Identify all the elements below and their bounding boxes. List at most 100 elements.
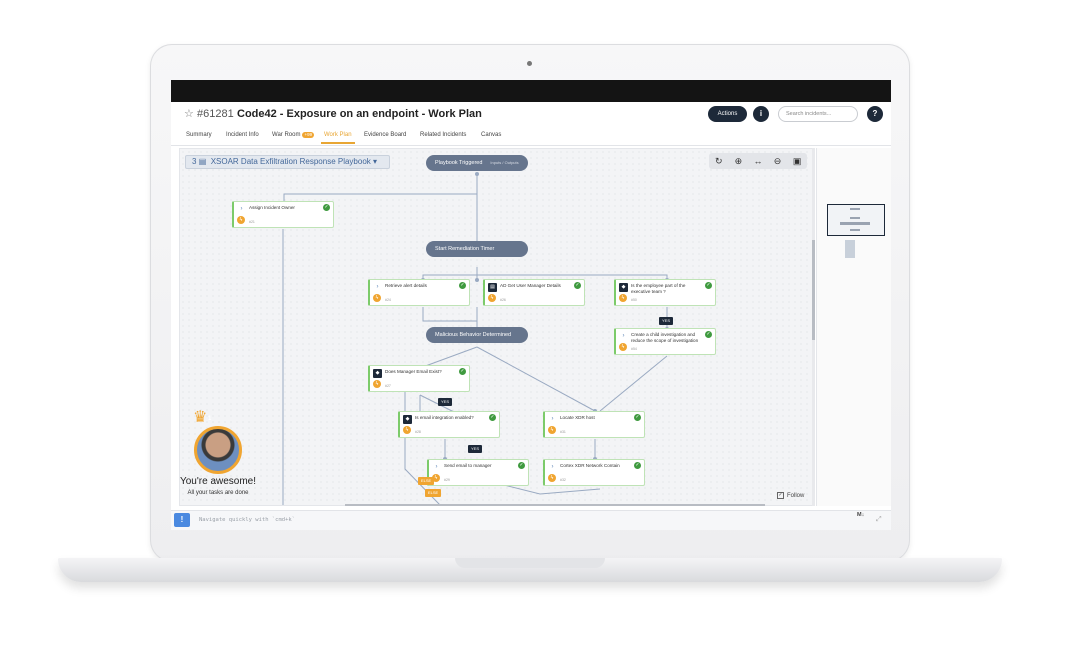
- help-button[interactable]: ?: [867, 106, 883, 122]
- checkbox-checked-icon[interactable]: ✓: [777, 492, 784, 499]
- condition-yes: YES: [659, 317, 674, 325]
- tab-war-room[interactable]: War Room +99: [272, 132, 315, 138]
- task-retrieve-alert[interactable]: › Retrieve alert details ✓ ϟ #24: [368, 279, 470, 306]
- chevron-down-icon: ▾: [373, 157, 378, 166]
- tab-work-plan[interactable]: Work Plan: [321, 132, 355, 144]
- task-network-contain[interactable]: › Cortex XDR Network Contain ✓ ϟ #32: [543, 459, 645, 486]
- node-label: Malicious Behavior Determined: [435, 332, 512, 338]
- task-id: #28: [415, 430, 421, 434]
- chevron-right-icon: ›: [240, 206, 243, 212]
- search-input[interactable]: Search incidents...: [778, 106, 858, 122]
- bolt-icon: ϟ: [619, 294, 627, 302]
- chevron-right-icon: ›: [376, 284, 379, 290]
- chevron-right-icon: ›: [622, 333, 625, 339]
- task-name: AD Get User Manager Details: [500, 283, 561, 288]
- task-child-investigation[interactable]: › Create a child investigation and reduc…: [614, 328, 716, 355]
- playbook-icon: ▤: [198, 157, 207, 166]
- task-id: #32: [560, 478, 566, 482]
- task-id: #50: [631, 298, 637, 302]
- check-icon: ✓: [574, 282, 581, 289]
- task-name: Send email to manager: [444, 463, 492, 468]
- tab-summary[interactable]: Summary: [186, 132, 212, 138]
- task-id: #21: [249, 220, 255, 224]
- bolt-icon: ϟ: [373, 380, 381, 388]
- camera-dot: [527, 61, 532, 66]
- actions-button[interactable]: Actions: [708, 106, 747, 122]
- task-exec-team[interactable]: ◆ Is the employee part of the executive …: [614, 279, 716, 306]
- zoom-in-icon[interactable]: ⊕: [730, 153, 746, 169]
- task-manager-email[interactable]: ◆ Does Manager Email Exist? ✓ ϟ #27: [368, 365, 470, 392]
- refresh-icon[interactable]: ↻: [711, 153, 727, 169]
- task-name: Create a child investigation and reduce …: [631, 332, 699, 343]
- tab-related-incidents[interactable]: Related Incidents: [420, 132, 466, 138]
- tab-incident-info[interactable]: Incident Info: [226, 132, 259, 138]
- command-icon[interactable]: !: [174, 513, 190, 527]
- tab-canvas[interactable]: Canvas: [481, 132, 501, 138]
- node-start-timer[interactable]: Start Remediation Timer: [426, 241, 528, 257]
- check-icon: ✓: [705, 331, 712, 338]
- expand-icon[interactable]: ⤢: [876, 516, 882, 524]
- markdown-icon[interactable]: M↓: [857, 512, 864, 518]
- node-playbook-triggered[interactable]: Playbook Triggered Inputs / Outputs: [426, 155, 528, 171]
- task-name: Assign Incident Owner: [249, 205, 295, 210]
- fit-width-icon[interactable]: ↔: [750, 153, 766, 169]
- task-name: Does Manager Email Exist?: [385, 369, 442, 374]
- follow-toggle[interactable]: ✓ Follow: [777, 492, 804, 499]
- check-icon: ✓: [634, 462, 641, 469]
- book-icon: ▤: [488, 283, 497, 292]
- bolt-icon: ϟ: [488, 294, 496, 302]
- check-icon: ✓: [489, 414, 496, 421]
- task-email-integration[interactable]: ◆ Is email integration enabled? ✓ ϟ #28: [398, 411, 500, 438]
- task-locate-host[interactable]: › Locate XDR host ✓ ϟ #31: [543, 411, 645, 438]
- check-icon: ✓: [518, 462, 525, 469]
- check-icon: ✓: [705, 282, 712, 289]
- node-sub: Inputs / Outputs: [490, 160, 519, 165]
- star-icon[interactable]: ☆: [184, 107, 194, 120]
- task-assign-owner[interactable]: › Assign Incident Owner ✓ ϟ #21: [232, 201, 334, 228]
- tab-evidence-board[interactable]: Evidence Board: [364, 132, 406, 138]
- condition-yes: YES: [468, 445, 483, 453]
- minimap[interactable]: [816, 148, 891, 506]
- minimap-node: [850, 217, 860, 219]
- bolt-icon: ϟ: [237, 216, 245, 224]
- task-name: Cortex XDR Network Contain: [560, 463, 620, 468]
- playbook-name: XSOAR Data Exfiltration Response Playboo…: [210, 157, 371, 166]
- tab-bar: Summary Incident Info War Room +99 Work P…: [171, 128, 891, 146]
- vertical-scroll-thumb[interactable]: [812, 240, 815, 340]
- playbook-selector[interactable]: 3 ▤ XSOAR Data Exfiltration Response Pla…: [185, 155, 390, 169]
- follow-label: Follow: [787, 493, 805, 500]
- bolt-icon: ϟ: [373, 294, 381, 302]
- zoom-out-icon[interactable]: ⊖: [770, 153, 786, 169]
- condition-else: ELSE: [425, 489, 442, 497]
- minimap-node: [845, 240, 855, 258]
- node-label: Start Remediation Timer: [435, 246, 495, 252]
- screen: ☆ #61281 Code42 - Exposure on an endpoin…: [171, 80, 891, 530]
- node-malicious-behavior[interactable]: Malicious Behavior Determined: [426, 327, 528, 343]
- diamond-icon: ◆: [403, 415, 412, 424]
- task-id: #24: [385, 298, 391, 302]
- task-name: Is email integration enabled?: [415, 415, 474, 420]
- condition-yes: YES: [438, 398, 453, 406]
- horizontal-scroll-thumb[interactable]: [345, 504, 765, 506]
- task-name: Locate XDR host: [560, 415, 595, 420]
- achievement-title: You're awesome!: [179, 476, 257, 487]
- info-button[interactable]: i: [753, 106, 769, 122]
- task-id: #31: [560, 430, 566, 434]
- command-input[interactable]: Navigate quickly with `cmd+k`: [199, 517, 295, 523]
- incident-id: #61281: [197, 108, 234, 120]
- task-id: #29: [444, 478, 450, 482]
- diamond-icon: ◆: [619, 283, 628, 292]
- bolt-icon: ϟ: [403, 426, 411, 434]
- bolt-icon: ϟ: [619, 343, 627, 351]
- war-room-badge: +99: [302, 132, 315, 138]
- crown-icon: ♛: [193, 409, 208, 426]
- rank-number: 1: [208, 416, 212, 422]
- bolt-icon: ϟ: [548, 426, 556, 434]
- task-send-email[interactable]: › Send email to manager ✓ ϟ #29: [427, 459, 529, 486]
- image-icon[interactable]: ▣: [789, 153, 805, 169]
- minimap-viewport[interactable]: [827, 204, 885, 236]
- condition-else: ELSE: [418, 477, 435, 485]
- chevron-right-icon: ›: [435, 464, 438, 470]
- achievement-subtitle: All your tasks are done: [187, 490, 249, 496]
- task-get-manager[interactable]: ▤ AD Get User Manager Details ✓ ϟ #26: [483, 279, 585, 306]
